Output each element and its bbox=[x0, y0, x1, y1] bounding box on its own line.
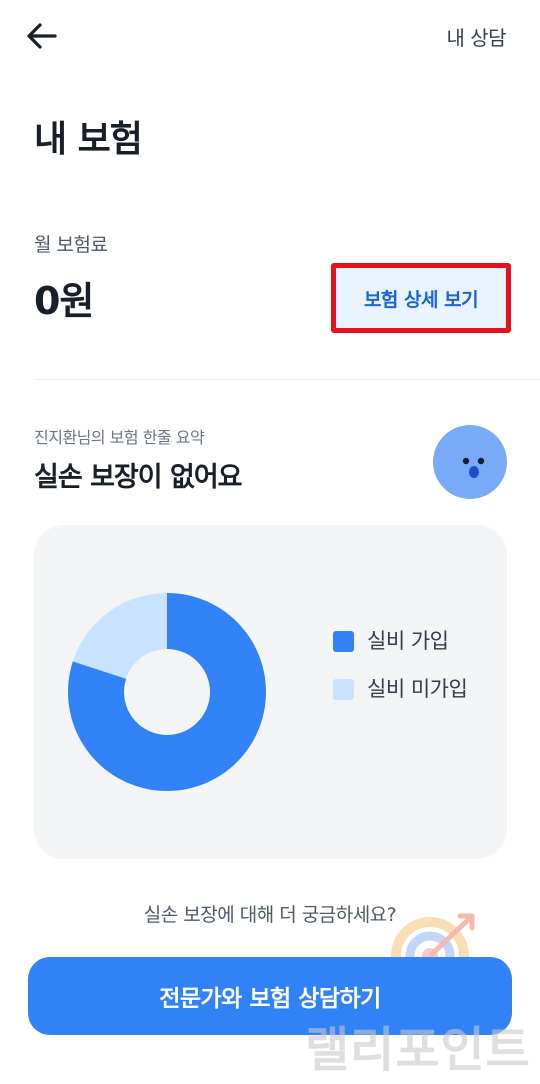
legend-label: 실비 미가입 bbox=[367, 677, 468, 701]
coverage-donut-chart bbox=[67, 593, 266, 791]
legend-swatch bbox=[333, 679, 354, 700]
my-consultation-link[interactable]: 내 상담 bbox=[446, 22, 506, 51]
monthly-premium-label: 월 보험료 bbox=[34, 234, 108, 256]
expert-consult-button[interactable]: 전문가와 보험 상담하기 bbox=[28, 957, 512, 1035]
legend-item: 실비 미가입 bbox=[333, 671, 493, 708]
coverage-chart-card: 실비 가입실비 미가입 bbox=[34, 525, 507, 859]
surprised-face-icon bbox=[433, 425, 507, 499]
monthly-premium-value: 0원 bbox=[34, 279, 94, 323]
page-title: 내 보험 bbox=[34, 119, 143, 160]
summary-title: 실손 보장이 없어요 bbox=[34, 462, 243, 493]
summary-label: 진지환님의 보험 한줄 요약 bbox=[34, 428, 205, 447]
chart-legend: 실비 가입실비 미가입 bbox=[333, 623, 493, 708]
back-button[interactable] bbox=[22, 18, 62, 58]
insurance-detail-button[interactable]: 보험 상세 보기 bbox=[331, 263, 511, 333]
legend-swatch bbox=[333, 631, 354, 652]
consult-question-text: 실손 보장에 대해 더 궁금하세요? bbox=[143, 904, 397, 926]
legend-item: 실비 가입 bbox=[333, 623, 493, 660]
arrow-left-icon bbox=[27, 23, 57, 49]
section-divider bbox=[34, 379, 540, 380]
donut-slice-2 bbox=[72, 593, 167, 679]
legend-label: 실비 가입 bbox=[367, 629, 449, 653]
